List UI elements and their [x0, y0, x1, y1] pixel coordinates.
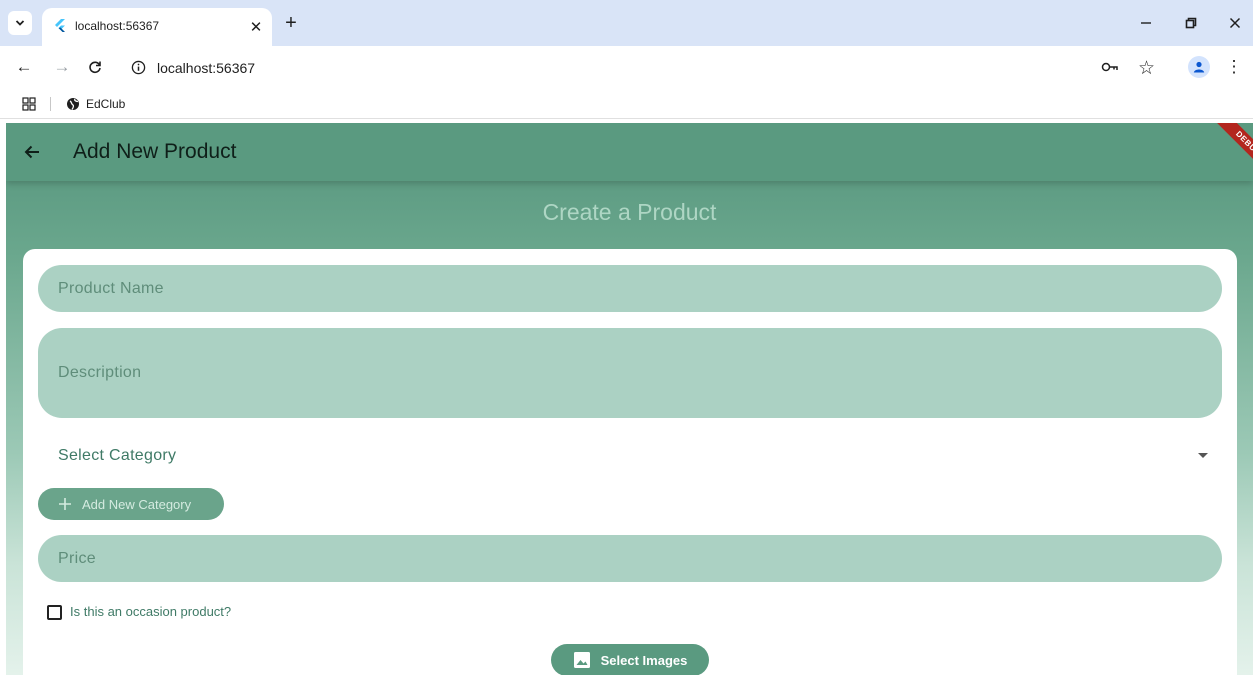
more-menu-icon[interactable]: ⋮ — [1226, 55, 1243, 79]
bookmark-label: EdClub — [86, 97, 126, 111]
back-arrow-icon[interactable] — [20, 140, 44, 164]
dropdown-arrow-icon[interactable] — [1198, 453, 1208, 458]
category-placeholder: Select Category — [58, 447, 177, 464]
person-icon — [1193, 61, 1205, 73]
add-new-category-button[interactable]: Add New Category — [38, 488, 224, 520]
select-images-label: Select Images — [600, 652, 688, 668]
bookmarks-bar: EdClub — [0, 89, 1253, 119]
product-name-placeholder: Product Name — [58, 280, 164, 297]
price-field[interactable]: Price — [38, 535, 1222, 582]
back-arrow-icon[interactable]: ← — [12, 55, 36, 79]
address-bar[interactable]: localhost:56367 ☆ — [120, 50, 1172, 86]
price-placeholder: Price — [58, 550, 96, 567]
description-placeholder: Description — [58, 364, 142, 381]
profile-avatar[interactable] — [1188, 56, 1210, 78]
star-icon[interactable]: ☆ — [1138, 57, 1155, 80]
app-bar: Add New Product — [6, 123, 1253, 181]
select-images-button[interactable]: Select Images — [551, 644, 709, 675]
plus-icon — [59, 498, 71, 510]
close-window-icon[interactable] — [1222, 11, 1248, 35]
apps-grid-icon[interactable] — [22, 97, 36, 111]
key-icon[interactable] — [1101, 59, 1119, 75]
browser-tabstrip: localhost:56367 ✕ + — [0, 0, 1253, 46]
add-category-label: Add New Category — [82, 496, 192, 512]
new-tab-button[interactable]: + — [279, 11, 303, 35]
product-name-field[interactable]: Product Name — [38, 265, 1222, 312]
tab-search-button[interactable] — [8, 11, 32, 35]
occasion-checkbox[interactable] — [47, 605, 62, 620]
page-title: Add New Product — [73, 140, 237, 163]
image-icon — [573, 652, 590, 668]
minimize-icon[interactable] — [1133, 11, 1159, 35]
product-form-card: Product Name Description Select Category… — [23, 249, 1237, 675]
form-heading: Create a Product — [542, 199, 717, 225]
chevron-down-icon — [15, 20, 25, 26]
url-text: localhost:56367 — [157, 60, 256, 76]
info-icon[interactable] — [131, 60, 146, 75]
bookmark-separator — [50, 97, 51, 111]
close-tab-icon[interactable]: ✕ — [246, 17, 266, 37]
restore-icon[interactable] — [1178, 11, 1204, 35]
app-viewport: Add New Product DEBUG Create a Product P… — [6, 123, 1253, 675]
globe-icon — [67, 98, 79, 110]
bookmark-edclub[interactable]: EdClub — [66, 94, 125, 114]
browser-tab-active[interactable]: localhost:56367 ✕ — [42, 8, 272, 46]
tab-title: localhost:56367 — [75, 19, 160, 33]
browser-toolbar: ← → localhost:56367 ☆ ⋮ — [0, 46, 1253, 89]
flutter-icon — [55, 19, 65, 32]
description-field[interactable]: Description — [38, 328, 1222, 418]
forward-arrow-icon[interactable]: → — [50, 55, 74, 79]
occasion-checkbox-label[interactable]: Is this an occasion product? — [70, 604, 231, 619]
reload-icon[interactable] — [83, 55, 107, 79]
